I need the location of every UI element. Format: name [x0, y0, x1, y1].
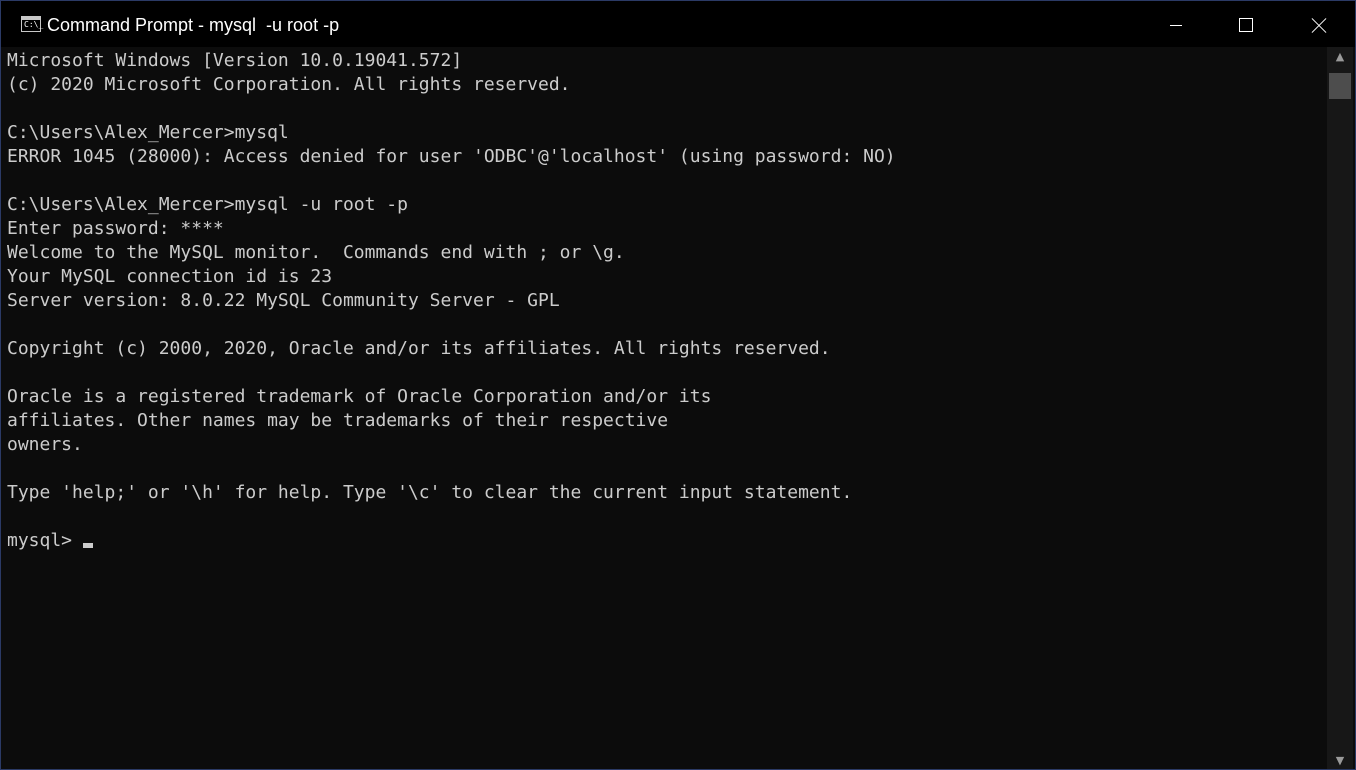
- console-line: (c) 2020 Microsoft Corporation. All righ…: [7, 74, 571, 95]
- command-prompt-window: C:\_ Command Prompt - mysql -u root -p M…: [0, 0, 1356, 770]
- console-line: Microsoft Windows [Version 10.0.19041.57…: [7, 50, 463, 71]
- minimize-button[interactable]: [1141, 1, 1211, 47]
- console-line: C:\Users\Alex_Mercer>mysql: [7, 122, 289, 143]
- console-line: Welcome to the MySQL monitor. Commands e…: [7, 242, 625, 263]
- title-bar[interactable]: C:\_ Command Prompt - mysql -u root -p: [1, 1, 1355, 47]
- scrollbar-thumb[interactable]: [1329, 73, 1351, 99]
- console-line: Enter password: ****: [7, 218, 224, 239]
- close-button[interactable]: [1281, 1, 1355, 47]
- console-line: Type 'help;' or '\h' for help. Type '\c'…: [7, 482, 853, 503]
- console-line: ERROR 1045 (28000): Access denied for us…: [7, 146, 896, 167]
- console-output[interactable]: Microsoft Windows [Version 10.0.19041.57…: [7, 49, 1325, 767]
- scroll-down-arrow-icon[interactable]: ▼: [1327, 751, 1353, 769]
- console-line: Your MySQL connection id is 23: [7, 266, 333, 287]
- vertical-scrollbar[interactable]: ▲ ▼: [1327, 47, 1353, 769]
- console-line: affiliates. Other names may be trademark…: [7, 410, 669, 431]
- window-title: Command Prompt - mysql -u root -p: [47, 15, 340, 35]
- console-line: C:\Users\Alex_Mercer>mysql -u root -p: [7, 194, 408, 215]
- console-line: Server version: 8.0.22 MySQL Community S…: [7, 290, 560, 311]
- console-line: Copyright (c) 2000, 2020, Oracle and/or …: [7, 338, 831, 359]
- maximize-button[interactable]: [1211, 1, 1281, 47]
- scroll-up-arrow-icon[interactable]: ▲: [1327, 47, 1353, 67]
- minimize-icon: [1170, 25, 1182, 26]
- cmd-icon-glyph: C:\_: [24, 20, 44, 29]
- prompt-line[interactable]: mysql>: [7, 529, 1325, 553]
- console-line: owners.: [7, 434, 83, 455]
- console-line: Oracle is a registered trademark of Orac…: [7, 386, 712, 407]
- text-cursor: [83, 543, 94, 548]
- mysql-prompt: mysql>: [7, 530, 73, 551]
- cmd-app-icon[interactable]: C:\_: [21, 16, 44, 32]
- maximize-icon: [1239, 18, 1253, 32]
